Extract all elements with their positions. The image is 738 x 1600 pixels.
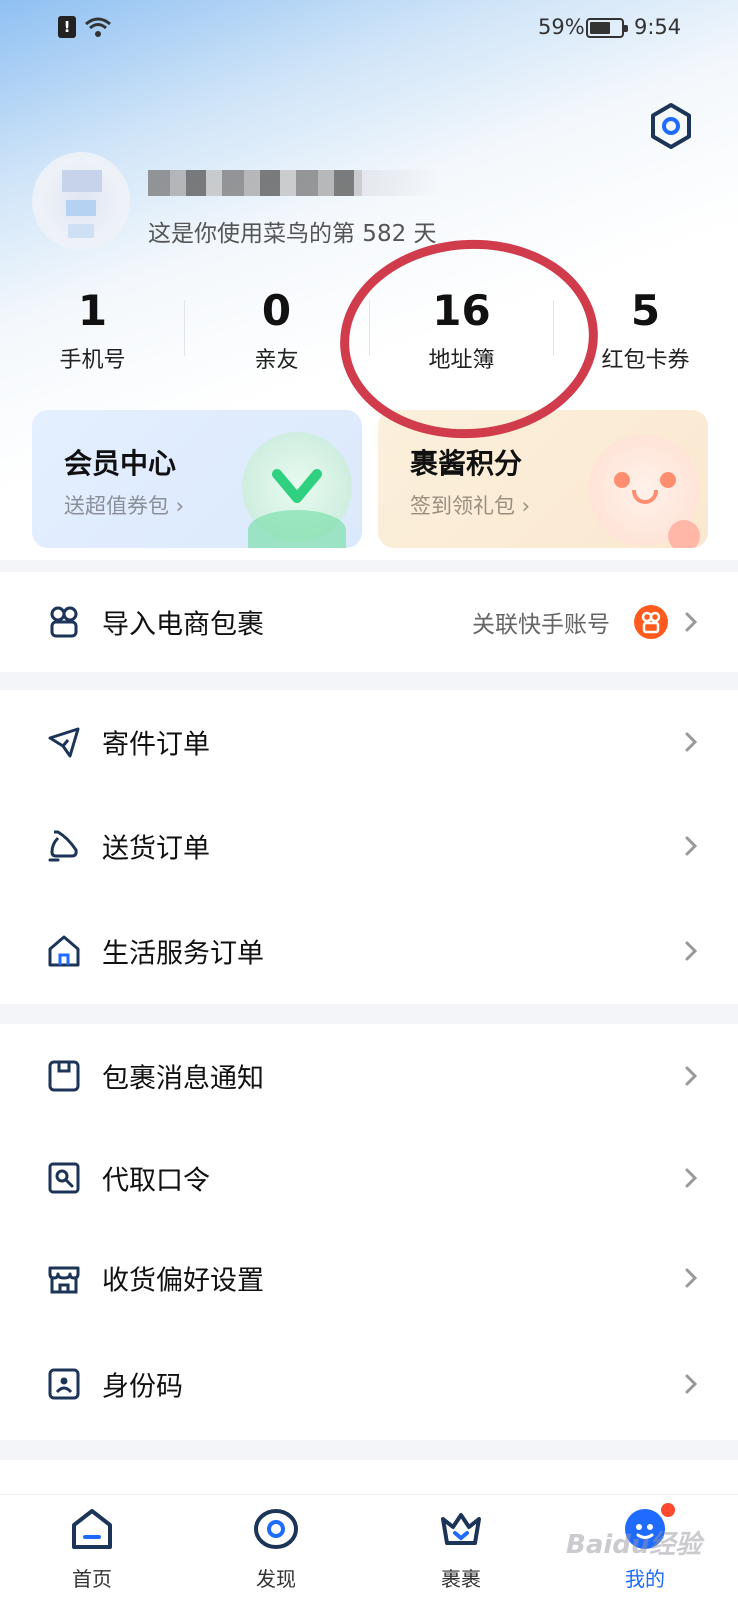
id-code-row[interactable]: 身份码 bbox=[0, 1328, 738, 1440]
import-ecommerce-row[interactable]: 导入电商包裹 关联快手账号 bbox=[0, 572, 738, 672]
tab-label: 裹裹 bbox=[441, 1567, 481, 1591]
settings-icon[interactable] bbox=[647, 102, 695, 150]
chevron-right-icon bbox=[685, 1168, 698, 1188]
bottom-tab-bar: 首页 发现 裹裹 我的 bbox=[0, 1494, 738, 1600]
package-notice-row[interactable]: 包裹消息通知 bbox=[0, 1024, 738, 1128]
settings-section: 包裹消息通知 代取口令 收货偏好设置 身份码 bbox=[0, 1024, 738, 1440]
row-label: 代取口令 bbox=[102, 1165, 210, 1197]
send-order-row[interactable]: 寄件订单 bbox=[0, 690, 738, 794]
battery-icon bbox=[586, 18, 628, 38]
smiley-mascot-icon bbox=[588, 434, 700, 548]
stat-address-book[interactable]: 16 地址簿 bbox=[369, 286, 554, 374]
notification-dot bbox=[661, 1503, 675, 1517]
link-kuaishou-text: 关联快手账号 bbox=[472, 612, 610, 638]
delivery-order-row[interactable]: 送货订单 bbox=[0, 794, 738, 898]
stat-label: 手机号 bbox=[59, 348, 126, 373]
tab-label: 发现 bbox=[256, 1567, 296, 1591]
row-label: 生活服务订单 bbox=[102, 938, 264, 970]
heart-badge-icon bbox=[242, 432, 352, 548]
row-label: 身份码 bbox=[102, 1371, 183, 1403]
stat-value: 1 bbox=[77, 286, 108, 335]
avatar[interactable] bbox=[32, 152, 130, 250]
home-tab-icon bbox=[72, 1509, 112, 1549]
stat-value: 0 bbox=[261, 286, 292, 335]
send-icon bbox=[48, 727, 80, 758]
receive-preference-row[interactable]: 收货偏好设置 bbox=[0, 1228, 738, 1328]
wifi-icon bbox=[85, 17, 111, 37]
row-label: 导入电商包裹 bbox=[102, 609, 264, 641]
import-package-icon bbox=[50, 606, 78, 638]
points-card[interactable]: 裹酱积分 签到领礼包 › bbox=[378, 410, 708, 548]
username-blurred[interactable] bbox=[148, 170, 362, 196]
alert-icon: ! bbox=[58, 16, 76, 38]
stat-label: 红包卡券 bbox=[601, 348, 690, 373]
home-icon bbox=[48, 935, 80, 967]
kuaishou-logo-icon bbox=[634, 605, 668, 639]
chevron-right-icon bbox=[685, 732, 698, 752]
row-label: 送货订单 bbox=[102, 833, 210, 865]
chevron-right-icon bbox=[685, 941, 698, 961]
tab-label: 首页 bbox=[72, 1567, 112, 1591]
me-tab-icon bbox=[625, 1509, 665, 1549]
crown-tab-icon bbox=[441, 1513, 481, 1545]
stat-value: 16 bbox=[432, 286, 491, 335]
tab-guoguo[interactable]: 裹裹 bbox=[369, 1495, 553, 1600]
stat-phone[interactable]: 1 手机号 bbox=[0, 286, 185, 374]
card-title: 裹酱积分 bbox=[410, 447, 523, 480]
chevron-right-icon bbox=[685, 612, 698, 632]
chevron-right-icon bbox=[685, 1066, 698, 1086]
import-section: 导入电商包裹 关联快手账号 bbox=[0, 572, 738, 672]
row-label: 寄件订单 bbox=[102, 729, 210, 761]
orders-section: 寄件订单 送货订单 生活服务订单 bbox=[0, 690, 738, 1004]
package-notice-icon bbox=[48, 1060, 80, 1092]
stat-label: 亲友 bbox=[254, 348, 299, 373]
tab-discover[interactable]: 发现 bbox=[184, 1495, 368, 1600]
delivery-icon bbox=[48, 830, 78, 862]
life-service-order-row[interactable]: 生活服务订单 bbox=[0, 898, 738, 1004]
clock: 9:54 bbox=[634, 15, 682, 39]
tab-label: 我的 bbox=[625, 1567, 665, 1591]
stat-value: 5 bbox=[630, 286, 661, 335]
stat-family[interactable]: 0 亲友 bbox=[184, 286, 369, 374]
tab-home[interactable]: 首页 bbox=[0, 1495, 184, 1600]
row-label: 包裹消息通知 bbox=[102, 1063, 264, 1095]
chevron-right-icon bbox=[685, 1374, 698, 1394]
id-code-icon bbox=[48, 1368, 80, 1400]
pickup-code-row[interactable]: 代取口令 bbox=[0, 1128, 738, 1228]
pickup-code-icon bbox=[48, 1162, 80, 1194]
row-label: 收货偏好设置 bbox=[102, 1265, 264, 1297]
stat-label: 地址簿 bbox=[428, 348, 495, 373]
card-title: 会员中心 bbox=[64, 447, 177, 480]
tab-me[interactable]: 我的 bbox=[553, 1495, 737, 1600]
card-subtitle: 送超值券包 › bbox=[64, 494, 185, 518]
chevron-right-icon bbox=[685, 1268, 698, 1288]
stat-coupons[interactable]: 5 红包卡券 bbox=[553, 286, 738, 374]
status-bar: ! 59% 9:54 bbox=[0, 0, 738, 56]
discover-tab-icon bbox=[254, 1509, 298, 1549]
stats-row: 1 手机号 0 亲友 16 地址簿 5 红包卡券 bbox=[0, 286, 738, 376]
member-center-card[interactable]: 会员中心 送超值券包 › bbox=[32, 410, 362, 548]
store-icon bbox=[48, 1266, 80, 1294]
username-blurred-fade bbox=[362, 170, 442, 196]
card-subtitle: 签到领礼包 › bbox=[410, 494, 531, 518]
usage-days-text: 这是你使用菜鸟的第 582 天 bbox=[148, 221, 437, 247]
chevron-right-icon bbox=[685, 836, 698, 856]
battery-percentage: 59% bbox=[538, 15, 585, 39]
